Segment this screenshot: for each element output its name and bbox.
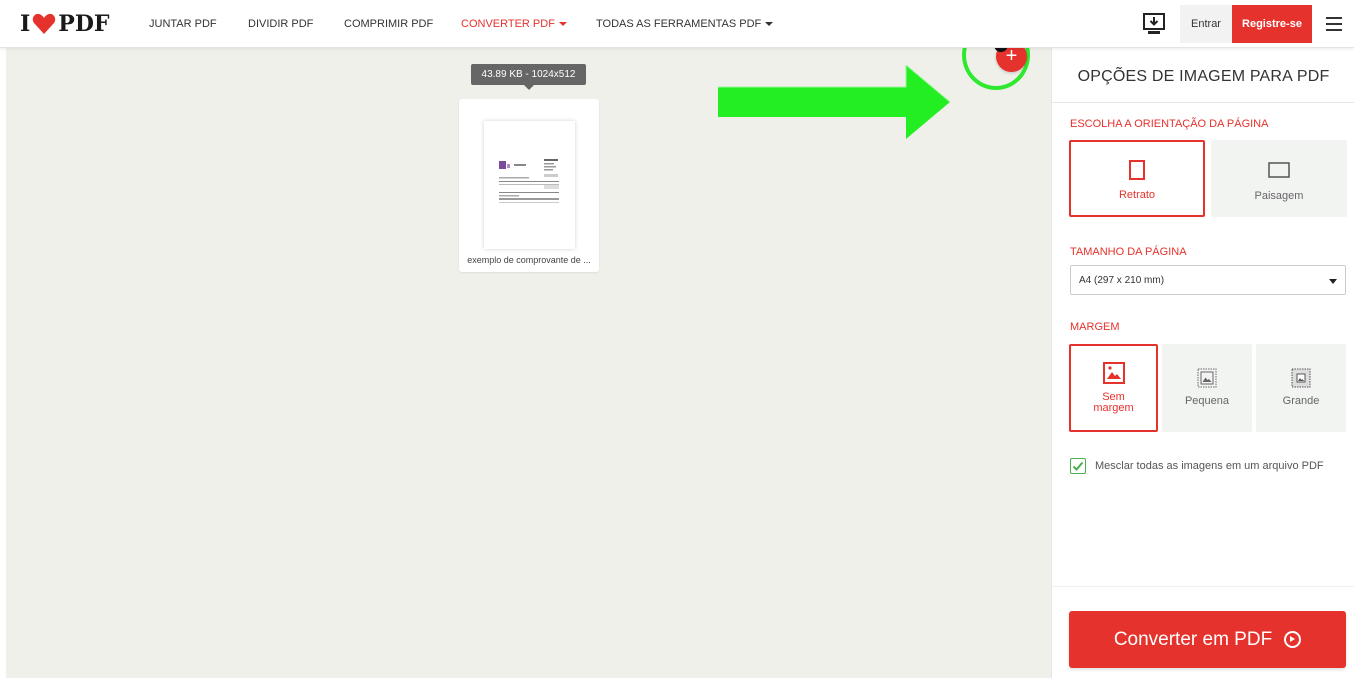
page-size-label: TAMANHO DA PÁGINA bbox=[1070, 246, 1187, 258]
document-preview-icon bbox=[499, 159, 559, 203]
menu-icon[interactable] bbox=[1326, 17, 1342, 31]
merge-images-label: Mesclar todas as imagens em um arquivo P… bbox=[1095, 460, 1324, 472]
orientation-label: ESCOLHA A ORIENTAÇÃO DA PÁGINA bbox=[1070, 118, 1269, 130]
desktop-download-icon[interactable] bbox=[1142, 12, 1166, 36]
landscape-page-icon bbox=[1268, 162, 1290, 178]
nav-label: JUNTAR PDF bbox=[149, 18, 217, 30]
portrait-page-icon bbox=[1129, 160, 1145, 180]
convert-button-label: Converter em PDF bbox=[1113, 628, 1273, 650]
nav-converter-pdf[interactable]: CONVERTER PDF bbox=[461, 0, 567, 48]
login-button[interactable]: Entrar bbox=[1180, 5, 1232, 43]
register-button[interactable]: Registre-se bbox=[1232, 5, 1312, 43]
margin-small-option[interactable]: Pequena bbox=[1162, 344, 1252, 432]
nav-dividir-pdf[interactable]: DIVIDIR PDF bbox=[248, 0, 313, 48]
option-label: Sem margem bbox=[1093, 391, 1134, 414]
margin-large-option[interactable]: Grande bbox=[1256, 344, 1346, 432]
heart-icon bbox=[33, 13, 56, 34]
file-name-label: exemplo de comprovante de ... bbox=[467, 255, 591, 265]
divider bbox=[1052, 586, 1354, 587]
nav-comprimir-pdf[interactable]: COMPRIMIR PDF bbox=[344, 0, 433, 48]
orientation-portrait-option[interactable]: Retrato bbox=[1069, 140, 1205, 217]
chevron-down-icon bbox=[1329, 279, 1337, 284]
option-label: Pequena bbox=[1184, 395, 1230, 407]
nav-label: DIVIDIR PDF bbox=[248, 18, 314, 30]
file-workspace: 43.89 KB - 1024x512 exemplo de comprovan… bbox=[6, 48, 1051, 678]
nav-label: CONVERTER PDF bbox=[461, 18, 555, 30]
logo-text-i: I bbox=[20, 11, 31, 37]
ilovepdf-logo[interactable]: I PDF bbox=[20, 10, 110, 38]
logo-text-pdf: PDF bbox=[58, 11, 110, 37]
margin-none-option[interactable]: Sem margem bbox=[1069, 344, 1158, 432]
option-label: Paisagem bbox=[1254, 190, 1304, 202]
page-size-select[interactable]: A4 (297 x 210 mm) bbox=[1070, 265, 1346, 295]
options-sidebar: OPÇÕES DE IMAGEM PARA PDF ESCOLHA A ORIE… bbox=[1051, 48, 1354, 678]
option-label: Retrato bbox=[1118, 189, 1156, 201]
file-thumbnail bbox=[484, 121, 575, 249]
convert-to-pdf-button[interactable]: Converter em PDF bbox=[1069, 611, 1346, 668]
page-size-value: A4 (297 x 210 mm) bbox=[1079, 274, 1165, 286]
file-info-tooltip: 43.89 KB - 1024x512 bbox=[471, 64, 586, 90]
file-card[interactable]: exemplo de comprovante de ... bbox=[459, 99, 599, 272]
nav-juntar-pdf[interactable]: JUNTAR PDF bbox=[149, 0, 217, 48]
margin-label: MARGEM bbox=[1070, 321, 1120, 333]
nav-label: TODAS AS FERRAMENTAS PDF bbox=[596, 18, 762, 30]
checkmark-icon bbox=[1072, 461, 1084, 471]
nav-label: COMPRIMIR PDF bbox=[344, 18, 434, 30]
nav-todas-ferramentas[interactable]: TODAS AS FERRAMENTAS PDF bbox=[596, 0, 774, 48]
sidebar-title: OPÇÕES DE IMAGEM PARA PDF bbox=[1077, 68, 1330, 85]
top-navbar: I PDF JUNTAR PDF DIVIDIR PDF COMPRIMIR P… bbox=[0, 0, 1354, 48]
orientation-landscape-option[interactable]: Paisagem bbox=[1211, 140, 1347, 217]
divider bbox=[1052, 102, 1354, 103]
image-large-margin-icon bbox=[1291, 368, 1311, 388]
plus-icon: + bbox=[1005, 45, 1018, 67]
arrow-right-circle-icon bbox=[1284, 631, 1302, 648]
merge-images-checkbox[interactable] bbox=[1070, 458, 1086, 474]
image-no-margin-icon bbox=[1102, 362, 1125, 384]
option-label: Grande bbox=[1282, 395, 1320, 407]
green-arrow-annotation bbox=[718, 65, 950, 139]
chevron-down-icon bbox=[558, 22, 567, 27]
image-small-margin-icon bbox=[1197, 368, 1217, 388]
chevron-down-icon bbox=[765, 22, 774, 27]
